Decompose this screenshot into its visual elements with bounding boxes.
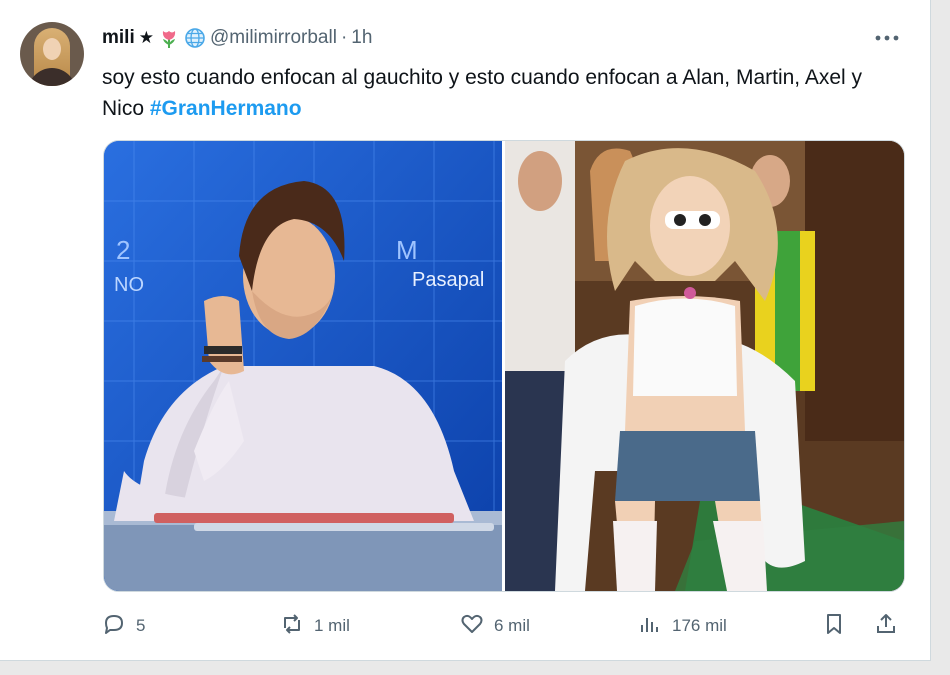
views-button[interactable]: 176 mil bbox=[638, 610, 727, 642]
bookmark-button[interactable] bbox=[822, 610, 846, 642]
tweet-card[interactable]: mili ★ @milimirrorball · 1h soy esto cua… bbox=[0, 0, 931, 661]
share-icon bbox=[874, 612, 898, 641]
views-count: 176 mil bbox=[672, 616, 727, 635]
svg-text:2: 2 bbox=[116, 235, 130, 265]
separator-dot: · bbox=[340, 27, 348, 48]
retweet-count: 1 mil bbox=[314, 616, 350, 635]
reply-button[interactable]: 5 bbox=[102, 610, 145, 642]
share-button[interactable] bbox=[874, 610, 898, 642]
more-icon[interactable] bbox=[872, 26, 902, 50]
views-chart-icon bbox=[638, 612, 662, 641]
tweet-header: mili ★ @milimirrorball · 1h bbox=[102, 26, 372, 50]
retweet-icon bbox=[280, 612, 304, 641]
media-image-left[interactable]: 2 M NO Pasapal bbox=[104, 141, 502, 591]
hashtag-link[interactable]: #GranHermano bbox=[150, 97, 302, 120]
like-count: 6 mil bbox=[494, 616, 530, 635]
tv-overlay-text: Pasapal bbox=[412, 269, 485, 291]
author-handle[interactable]: @milimirrorball bbox=[210, 27, 337, 49]
svg-text:M: M bbox=[396, 235, 418, 265]
action-bar: 5 1 mil 6 mil 176 mil bbox=[102, 610, 902, 642]
author-name[interactable]: mili bbox=[102, 27, 135, 49]
media-grid[interactable]: 2 M NO Pasapal bbox=[103, 140, 905, 592]
tulip-icon bbox=[158, 27, 180, 49]
avatar-face bbox=[43, 38, 61, 60]
timestamp[interactable]: 1h bbox=[351, 27, 372, 49]
bookmark-icon bbox=[822, 612, 846, 641]
reply-icon bbox=[102, 612, 126, 641]
star-icon: ★ bbox=[138, 28, 154, 47]
globe-icon bbox=[184, 27, 206, 49]
media-image-right[interactable] bbox=[505, 141, 904, 591]
avatar[interactable] bbox=[20, 22, 84, 86]
svg-text:NO: NO bbox=[114, 274, 144, 296]
heart-icon bbox=[460, 612, 484, 641]
retweet-button[interactable]: 1 mil bbox=[280, 610, 350, 642]
like-button[interactable]: 6 mil bbox=[460, 610, 530, 642]
reply-count: 5 bbox=[136, 616, 146, 635]
tweet-text: soy esto cuando enfocan al gauchito y es… bbox=[102, 62, 882, 124]
